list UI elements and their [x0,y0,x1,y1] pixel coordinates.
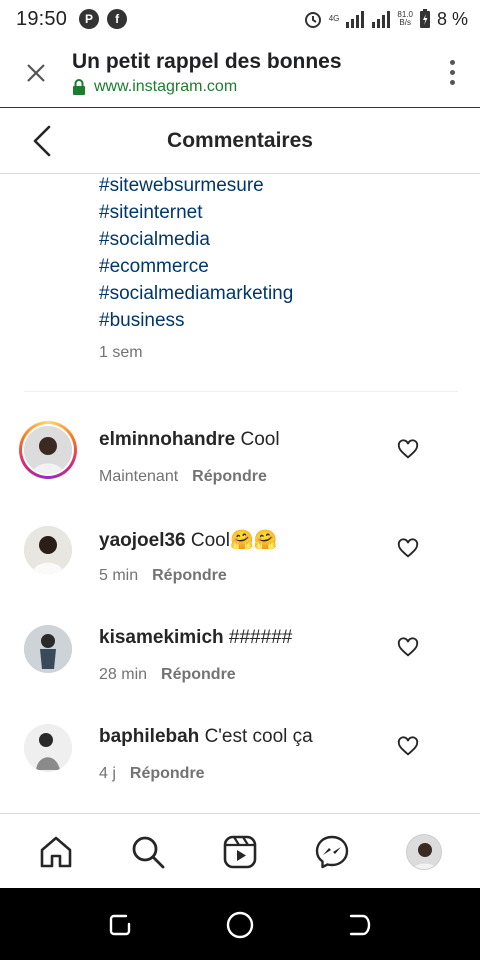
battery-icon [419,9,430,28]
comment-text: ###### [228,627,293,648]
hashtag-link[interactable]: #sitewebsurmesure [99,175,293,199]
signal-icon-2 [372,11,391,28]
reels-icon [223,835,257,869]
comments-header: Commentaires [0,108,480,174]
page-heading: Commentaires [167,128,313,152]
recent-apps-icon[interactable] [105,910,135,940]
system-navigation-bar [0,888,480,960]
status-bar: 19:50 P f 4G 81.0 B/s 8 % [0,0,480,38]
like-heart-icon[interactable] [397,538,419,560]
more-options-button[interactable] [424,60,480,85]
page-title: Un petit rappel des bonnes [72,49,342,73]
avatar [24,426,72,474]
comments-list[interactable]: #sitewebsurmesure #siteinternet #socialm… [0,175,480,813]
avatar[interactable] [24,526,72,574]
comment-username[interactable]: elminnohandre [99,429,235,450]
like-heart-icon[interactable] [397,637,419,659]
profile-avatar [406,834,442,870]
reply-button[interactable]: Répondre [192,468,267,485]
close-tab-button[interactable] [0,38,72,108]
close-icon [27,63,45,82]
comment-username[interactable]: baphilebah [99,726,199,747]
url-text[interactable]: www.instagram.com [94,78,237,96]
reply-button[interactable]: Répondre [161,666,236,683]
signal-icon [346,11,365,28]
nav-reels[interactable] [220,832,260,872]
comment-time: 28 min [99,666,148,683]
reply-button[interactable]: Répondre [130,765,205,782]
comment-item: elminnohandre Cool Maintenant Répondre [0,411,480,501]
nav-profile[interactable] [404,832,444,872]
status-time: 19:50 [16,7,68,30]
hashtag-link[interactable]: #socialmedia [99,226,293,253]
comment-time: 4 j [99,765,116,782]
network-type: 4G [328,14,340,23]
comment-username[interactable]: yaojoel36 [99,530,186,551]
comment-item: yaojoel36 Cool🤗🤗 5 min Répondre [0,510,480,600]
browser-toolbar: Un petit rappel des bonnes www.instagram… [0,38,480,108]
caption-timestamp: 1 sem [99,344,143,361]
hashtag-link[interactable]: #siteinternet [99,199,293,226]
facebook-icon: f [107,9,128,29]
hashtag-link[interactable]: #ecommerce [99,253,293,280]
comment-username[interactable]: kisamekimich [99,627,224,648]
comment-time: Maintenant [99,468,179,485]
home-icon [40,836,72,868]
battery-level: 8 % [436,8,468,29]
alarm-icon [304,12,321,28]
caption-hashtags: #sitewebsurmesure #siteinternet #socialm… [99,175,293,334]
like-heart-icon[interactable] [397,736,419,758]
back-button[interactable] [24,122,60,160]
chevron-left-icon [33,125,51,157]
comment-text: Cool [240,429,280,450]
comment-item: kisamekimich ###### 28 min Répondre [0,609,480,699]
nav-messenger[interactable] [312,832,352,872]
nav-search[interactable] [128,832,168,872]
back-icon[interactable] [345,910,375,940]
avatar[interactable] [24,625,72,673]
avatar[interactable] [24,724,72,772]
lock-icon [73,78,85,95]
bottom-navigation [0,813,480,888]
kebab-dot [449,80,455,85]
divider [24,391,458,392]
hashtag-link[interactable]: #business [99,307,293,334]
kebab-dot [449,60,455,65]
reply-button[interactable]: Répondre [152,567,227,584]
hashtag-link[interactable]: #socialmediamarketing [99,280,293,307]
comment-item: baphilebah C'est cool ça 4 j Répondre [0,708,480,798]
like-heart-icon[interactable] [397,439,419,461]
comment-text: C'est cool ça [204,726,313,747]
nav-home[interactable] [36,832,76,872]
app-notification-icon: P [79,9,100,29]
comment-time: 5 min [99,567,139,584]
search-icon [132,836,165,869]
kebab-dot [449,70,455,75]
messenger-icon [315,835,349,869]
comment-text: Cool🤗🤗 [190,530,278,551]
home-circle-icon[interactable] [225,910,255,940]
story-ring[interactable] [19,421,77,479]
network-speed: 81.0 B/s [397,10,413,27]
